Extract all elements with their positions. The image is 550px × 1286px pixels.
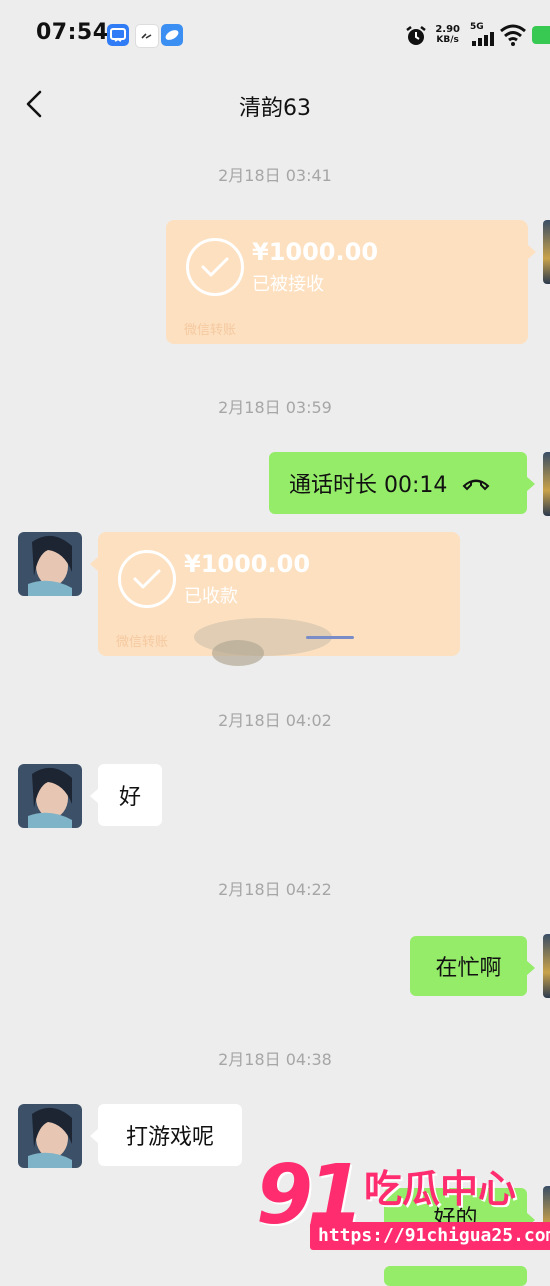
check-circle-icon (186, 238, 244, 296)
alarm-icon (406, 26, 426, 45)
received-message[interactable]: 好 (90, 764, 162, 826)
timestamp: 2月18日 04:38 (218, 1050, 332, 1069)
contact-avatar[interactable] (18, 764, 82, 828)
wifi-icon (500, 24, 526, 46)
check-circle-icon (118, 550, 176, 608)
app-notification-icon (107, 24, 129, 46)
message-text: 在忙啊 (435, 956, 502, 981)
timestamp: 2月18日 03:59 (218, 398, 332, 417)
timestamp: 2月18日 04:22 (218, 880, 332, 899)
battery-icon (532, 26, 550, 44)
status-bar: 07:54 2.90 KB/s 5G (0, 0, 550, 72)
message-text: 打游戏呢 (125, 1125, 214, 1150)
app-notification-icon (161, 24, 183, 46)
transfer-status: 已收款 (184, 586, 238, 607)
sent-message[interactable]: 在忙啊 (410, 936, 535, 996)
my-avatar[interactable] (543, 452, 550, 516)
my-avatar[interactable] (543, 934, 550, 998)
transfer-amount: ¥1000.00 (252, 238, 379, 266)
timestamp: 2月18日 04:02 (218, 711, 332, 730)
transfer-status: 已被接收 (252, 274, 324, 295)
contact-avatar[interactable] (18, 1104, 82, 1168)
status-time: 07:54 (36, 20, 109, 45)
redaction-stroke (306, 636, 354, 639)
network-type: 5G (470, 22, 484, 32)
redaction-blur (212, 640, 264, 666)
transfer-card-sent[interactable]: ¥1000.00 已被接收 微信转账 (166, 220, 536, 344)
timestamp: 2月18日 03:41 (218, 166, 332, 185)
sent-message-partial[interactable] (384, 1266, 527, 1286)
transfer-card-received[interactable]: ¥1000.00 已收款 微信转账 (90, 532, 460, 666)
phone-hangup-icon (462, 479, 490, 491)
message-text: 好 (118, 785, 141, 810)
transfer-amount: ¥1000.00 (184, 550, 311, 578)
app-notification-icon (135, 24, 159, 48)
net-speed-unit: KB/s (436, 35, 459, 45)
net-speed-value: 2.90 (435, 24, 460, 35)
call-record-bubble[interactable]: 通话时长 00:14 (269, 452, 535, 514)
network-speed: 2.90 KB/s (435, 24, 460, 46)
signal-icon (472, 32, 494, 46)
watermark-brand: 吃瓜中心 (364, 1167, 517, 1211)
chat-title: 清韵63 (239, 96, 311, 121)
transfer-footer: 微信转账 (116, 635, 169, 650)
my-avatar[interactable] (543, 220, 550, 284)
received-message[interactable]: 打游戏呢 (90, 1104, 242, 1166)
call-duration-text: 通话时长 00:14 (289, 473, 448, 498)
chat-header: 清韵63 (0, 72, 550, 140)
watermark: 91 吃瓜中心 https://91chigua25.com (256, 1148, 550, 1258)
transfer-footer: 微信转账 (184, 323, 237, 338)
watermark-url: https://91chigua25.com (310, 1222, 550, 1250)
contact-avatar[interactable] (18, 532, 82, 596)
